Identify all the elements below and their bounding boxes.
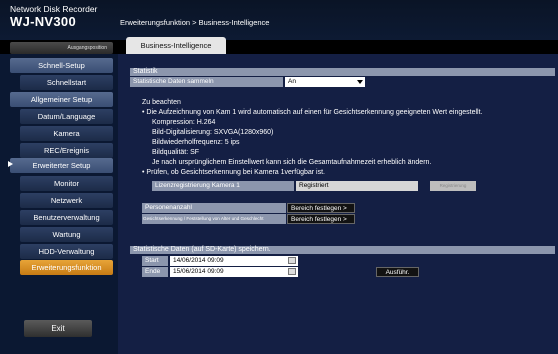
collect-stats-select[interactable]: An: [285, 77, 365, 87]
note-line: Kompression: H.264: [152, 119, 216, 126]
tab-business-intelligence[interactable]: Business-Intelligence: [126, 37, 226, 54]
sidebar-item-quickstart[interactable]: Schnellstart: [20, 75, 113, 90]
license-status: Registriert: [296, 181, 418, 191]
collect-stats-label: Statistische Daten sammeln: [130, 77, 283, 87]
note-line: Bild-Digitalisierung: SXVGA(1280x960): [152, 129, 274, 136]
note-line: • Prüfen, ob Gesichtserkennung bei Kamer…: [142, 169, 325, 176]
calendar-icon[interactable]: [288, 268, 296, 275]
note-line: Bildwiederholfrequenz: 5 ips: [152, 139, 240, 146]
notes-heading: Zu beachten: [142, 99, 181, 106]
face-detection-label: Gesichtserkennung / Feststellung von Alt…: [142, 214, 286, 224]
sidebar-item-extension-function[interactable]: Erweiterungsfunktion: [20, 260, 113, 275]
sidebar-item-general-setup[interactable]: Allgemeiner Setup: [10, 92, 113, 107]
start-label: Start: [142, 256, 168, 266]
exit-button[interactable]: Exit: [24, 320, 92, 337]
dropdown-arrow-icon: [357, 80, 363, 84]
register-button[interactable]: Registrierung: [430, 181, 476, 191]
license-label: Lizenzregistrierung Kamera 1: [152, 181, 294, 191]
sidebar-item-rec-event[interactable]: REC/Ereignis: [20, 143, 113, 158]
sidebar-item-date-language[interactable]: Datum/Language: [20, 109, 113, 124]
sidebar-item-camera[interactable]: Kamera: [20, 126, 113, 141]
save-section-title: Statistische Daten (auf SD-Karte) speich…: [130, 246, 555, 254]
end-label: Ende: [142, 267, 168, 277]
note-line: Je nach ursprünglichem Einstellwert kann…: [152, 159, 432, 166]
sidebar-item-quick-setup[interactable]: Schnell-Setup: [10, 58, 113, 73]
expand-arrow-icon: [8, 161, 13, 167]
sidebar-item-advanced-setup[interactable]: Erweiterter Setup: [10, 158, 113, 173]
sidebar-item-monitor[interactable]: Monitor: [20, 176, 113, 191]
note-line: Bildqualität: SF: [152, 149, 200, 156]
face-area-button[interactable]: Bereich festlegen >: [287, 214, 355, 224]
calendar-icon[interactable]: [288, 257, 296, 264]
sidebar-item-hdd-management[interactable]: HDD-Verwaltung: [20, 244, 113, 259]
sidebar-item-network[interactable]: Netzwerk: [20, 193, 113, 208]
home-position-button[interactable]: Ausgangsposition: [10, 42, 113, 54]
note-line: • Die Aufzeichnung von Kam 1 wird automa…: [142, 109, 483, 116]
breadcrumb: Erweiterungsfunktion > Business-Intellig…: [120, 18, 270, 27]
end-datetime-field[interactable]: 15/06/2014 09:09: [170, 267, 298, 277]
start-datetime-field[interactable]: 14/06/2014 09:09: [170, 256, 298, 266]
person-count-label: Personenanzahl: [142, 203, 286, 213]
model-name: WJ-NV300: [10, 14, 76, 29]
sidebar-item-user-management[interactable]: Benutzerverwaltung: [20, 210, 113, 225]
sidebar-item-maintenance[interactable]: Wartung: [20, 227, 113, 242]
person-area-button[interactable]: Bereich festlegen >: [287, 203, 355, 213]
execute-button[interactable]: Ausführ.: [376, 267, 419, 277]
product-name: Network Disk Recorder: [10, 4, 98, 14]
statistics-section-title: Statistik: [130, 68, 555, 76]
